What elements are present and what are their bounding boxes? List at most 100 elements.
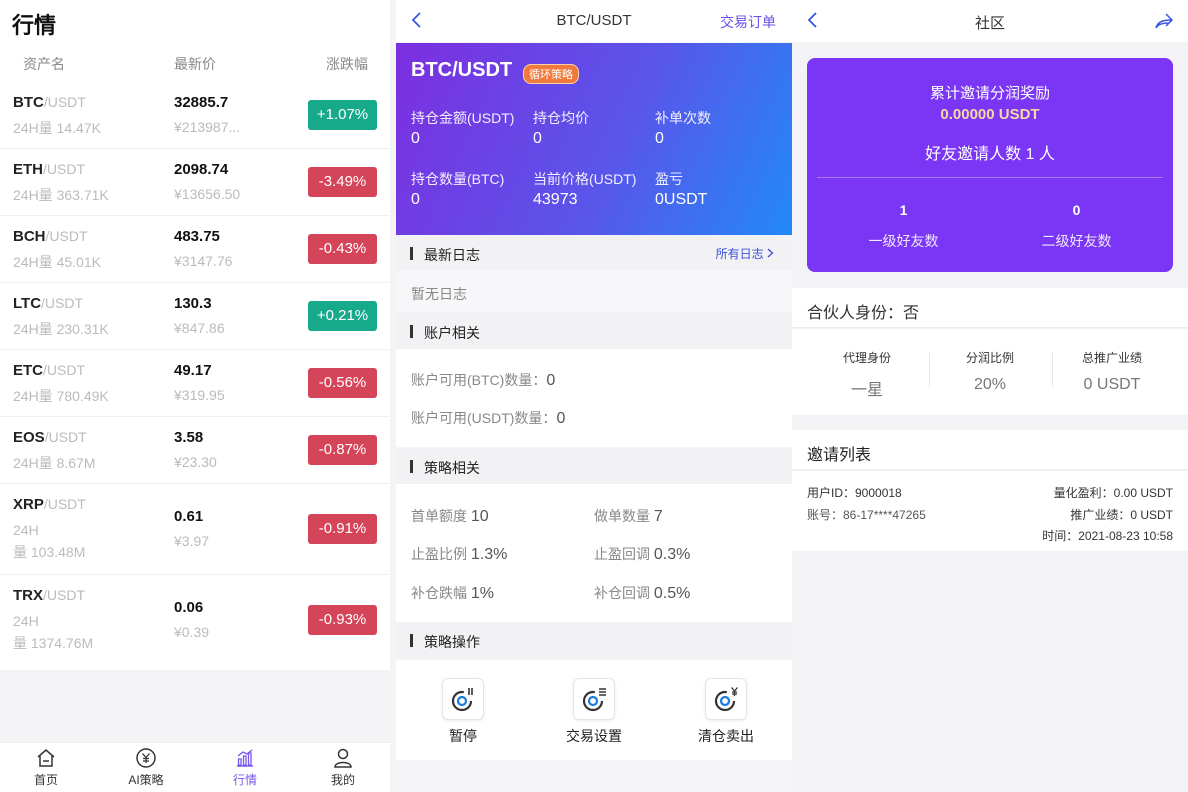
empty-log-text: 暂无日志: [411, 286, 467, 302]
share-icon[interactable]: [1154, 12, 1174, 30]
stat-label: 持仓均价: [533, 110, 589, 126]
asset-symbol: ETC/USDT: [13, 362, 85, 379]
agent-stats: 代理身份 一星 分润比例 20% 总推广业绩 0 USDT: [792, 329, 1188, 415]
chevron-right-icon: [767, 248, 774, 258]
asset-quote: /USDT: [44, 429, 87, 445]
tab-home[interactable]: 首页: [6, 747, 86, 788]
strategy-item: 补仓回调 0.5%: [594, 583, 690, 603]
all-logs-link[interactable]: 所有日志: [716, 245, 774, 262]
kv-label: 账户可用(USDT)数量：: [411, 410, 557, 426]
market-row[interactable]: XRP/USDT 24H 量 103.48M 0.61 ¥3.97 -0.91%: [0, 484, 390, 575]
change-badge: -0.56%: [308, 368, 377, 398]
stat-value: 0: [533, 130, 542, 147]
stat-value: 一星: [850, 382, 883, 399]
tab-profile[interactable]: 我的: [303, 747, 383, 788]
invite-list-item[interactable]: 用户ID：9000018 账号：86-17****47265 量化盈利：0.00…: [792, 471, 1188, 551]
stat-label: 补单次数: [655, 110, 711, 126]
kv-label: 止盈比例: [411, 546, 467, 562]
change-badge: -0.87%: [308, 435, 377, 465]
account-usdt-available: 账户可用(USDT)数量：0: [411, 408, 565, 428]
asset-base: XRP: [13, 496, 44, 513]
asset-quote: /USDT: [43, 161, 85, 177]
asset-base: ETH: [13, 161, 43, 178]
kv-label: 补仓回调: [594, 585, 650, 601]
community-screen: 社区 累计邀请分润奖励 0.00000 USDT 好友邀请人数 1 人 1 一级…: [792, 0, 1188, 792]
section-marker: [410, 325, 413, 338]
asset-base: BCH: [13, 228, 46, 245]
all-logs-label: 所有日志: [715, 247, 764, 261]
asset-price: 49.17: [174, 362, 212, 379]
asset-symbol: ETH/USDT: [13, 161, 85, 178]
market-row[interactable]: ETH/USDT 24H量 363.71K 2098.74 ¥13656.50 …: [0, 149, 390, 216]
market-row[interactable]: ETC/USDT 24H量 780.49K 49.17 ¥319.95 -0.5…: [0, 350, 390, 417]
asset-price-cny: ¥0.39: [174, 624, 210, 640]
level1-friend-count: 1: [899, 202, 908, 218]
invite-list-header: 邀请列表: [792, 430, 1188, 470]
asset-base: BTC: [13, 94, 44, 111]
market-row[interactable]: BTC/USDT 24H量 14.47K 32885.7 ¥213987... …: [0, 82, 390, 149]
home-icon: [37, 749, 55, 767]
market-row[interactable]: LTC/USDT 24H量 230.31K 130.3 ¥847.86 +0.2…: [0, 283, 390, 350]
kv-label: 首单额度: [411, 508, 467, 524]
asset-volume: 24H量 363.71K: [13, 187, 109, 203]
strategy-item: 首单额度 10: [411, 506, 489, 526]
strategy-item: 做单数量 7: [594, 506, 663, 526]
asset-price-cny: ¥3147.76: [174, 253, 233, 269]
invite-count: 好友邀请人数 1 人: [925, 146, 1055, 163]
partner-status: 合伙人身份：否: [792, 288, 1188, 328]
stat-share-ratio: 分润比例 20%: [929, 349, 1051, 394]
asset-volume: 24H量 14.47K: [13, 120, 101, 136]
op-label: 清仓卖出: [698, 728, 754, 744]
liquidate-sell-button[interactable]: 清仓卖出: [681, 678, 771, 746]
asset-symbol: LTC/USDT: [13, 295, 83, 312]
invitee-account: 账号：86-17****47265: [807, 508, 926, 522]
tab-ai-strategy[interactable]: AI策略: [106, 747, 186, 788]
asset-price: 0.06: [174, 599, 204, 616]
market-chart-icon: [237, 749, 253, 767]
pair-title: BTC/USDT: [411, 59, 513, 81]
op-icon-box: [573, 678, 615, 720]
stat-label: 持仓数量(BTC): [411, 171, 505, 187]
card-divider: [817, 177, 1163, 178]
kv-value: 0: [546, 372, 556, 389]
trade-settings-button[interactable]: 交易设置: [549, 678, 639, 746]
asset-quote: /USDT: [45, 228, 88, 244]
yuan-coin-icon: [136, 748, 156, 768]
asset-symbol: EOS/USDT: [13, 429, 87, 446]
partner-status-text: 合伙人身份：否: [807, 305, 920, 322]
stat-value: 20%: [973, 376, 1007, 393]
kv-label: 账户可用(BTC)数量：: [411, 372, 547, 388]
invitee-profit: 量化盈利：0.00 USDT: [1053, 486, 1173, 500]
kv-value: 0: [556, 410, 566, 427]
reward-title: 累计邀请分润奖励: [929, 85, 1050, 102]
column-header-asset: 资产名: [23, 56, 65, 72]
position-summary-card: BTC/USDT 循环策略 持仓金额(USDT) 0 持仓均价 0 补单次数 0…: [396, 43, 792, 235]
log-body: 暂无日志: [396, 271, 792, 312]
pause-button[interactable]: 暂停: [418, 678, 508, 746]
asset-symbol: TRX/USDT: [13, 587, 85, 604]
asset-base: EOS: [13, 429, 45, 446]
strategy-item: 止盈回调 0.3%: [594, 544, 690, 564]
kv-value: 0.3%: [653, 546, 691, 563]
tab-label: AI策略: [128, 773, 164, 787]
trade-orders-link[interactable]: 交易订单: [720, 12, 776, 32]
section-header-log: 最新日志 所有日志: [396, 235, 792, 271]
asset-volume: 24H量 230.31K: [13, 321, 109, 337]
stat-value: 0: [411, 191, 420, 208]
kv-value: 7: [653, 508, 663, 525]
asset-volume-line: 量 1374.76M: [13, 635, 94, 651]
asset-base: LTC: [13, 295, 42, 312]
market-row[interactable]: EOS/USDT 24H量 8.67M 3.58 ¥23.30 -0.87%: [0, 417, 390, 484]
kv-value: 0.5%: [653, 585, 691, 602]
asset-volume: 24H量 45.01K: [13, 254, 101, 270]
section-header-strategy: 策略相关: [396, 448, 792, 484]
section-header-account: 账户相关: [396, 313, 792, 349]
stat-total-performance: 总推广业绩 0 USDT: [1051, 349, 1173, 394]
section-title: 策略相关: [424, 460, 480, 476]
market-row[interactable]: TRX/USDT 24H 量 1374.76M 0.06 ¥0.39 -0.93%: [0, 575, 390, 666]
market-row[interactable]: BCH/USDT 24H量 45.01K 483.75 ¥3147.76 -0.…: [0, 216, 390, 283]
change-badge: +0.21%: [308, 301, 377, 331]
asset-price-cny: ¥13656.50: [174, 186, 241, 202]
tab-market[interactable]: 行情: [205, 747, 285, 788]
stat-label: 持仓金额(USDT): [411, 110, 515, 126]
